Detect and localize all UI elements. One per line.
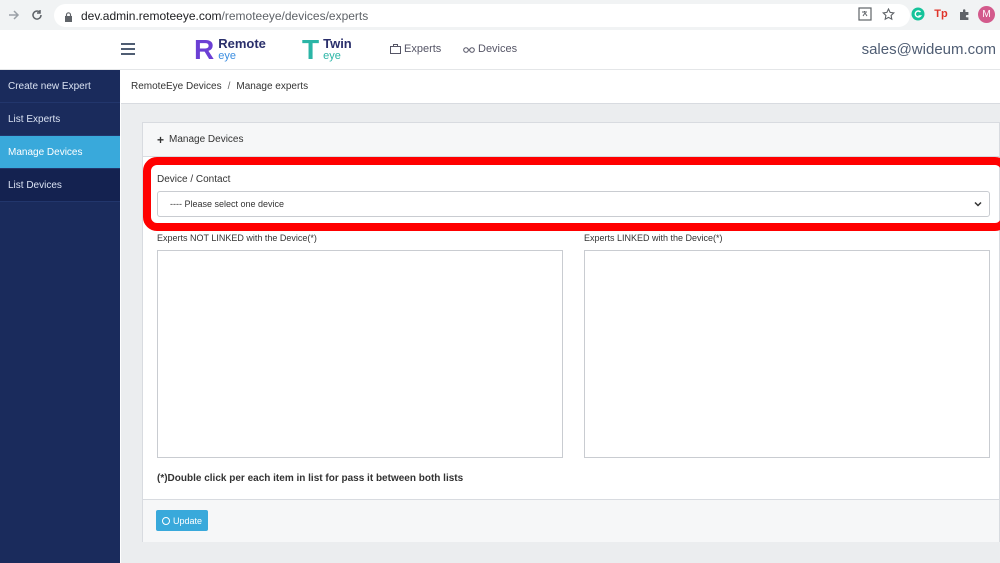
linked-label: Experts LINKED with the Device(*) <box>584 233 723 243</box>
update-icon <box>162 516 170 525</box>
forward-icon[interactable] <box>3 4 25 26</box>
sidebar-item-label: List Experts <box>8 113 61 125</box>
sidebar-item-label: List Devices <box>8 179 62 191</box>
nav-devices[interactable]: Devices <box>463 43 517 55</box>
breadcrumb-current: Manage experts <box>236 81 309 92</box>
sidebar-item-create-expert[interactable]: Create new Expert <box>0 70 120 103</box>
profile-avatar[interactable]: M <box>978 6 995 23</box>
manage-devices-card: + Manage Devices Device / Contact ---- P… <box>142 122 1000 542</box>
star-icon[interactable] <box>880 6 896 22</box>
twineye-logo-sub: eye <box>323 50 341 62</box>
double-click-hint: (*)Double click per each item in list fo… <box>157 473 464 484</box>
sidebar-item-label: Manage Devices <box>8 146 83 158</box>
reload-icon[interactable] <box>26 4 48 26</box>
card-header: + Manage Devices <box>143 123 999 157</box>
twineye-logo[interactable]: T Twin eye <box>302 36 352 64</box>
sidebar-item-manage-devices[interactable]: Manage Devices <box>0 136 120 169</box>
briefcase-icon <box>390 44 401 54</box>
translate-icon[interactable] <box>857 6 873 22</box>
app-header: R Remote eye T Twin eye Experts Devices … <box>0 30 1000 70</box>
experts-linked-list[interactable] <box>584 250 990 458</box>
puzzle-icon[interactable] <box>956 6 972 22</box>
breadcrumb: RemoteEye Devices / Manage experts <box>121 70 1000 104</box>
twineye-logo-title: Twin <box>323 36 352 51</box>
grammarly-icon[interactable] <box>910 6 926 22</box>
card-footer: Update <box>143 499 999 542</box>
update-button[interactable]: Update <box>156 510 209 531</box>
remoteeye-logo-mark: R <box>194 34 215 65</box>
remoteeye-logo-sub: eye <box>218 50 236 62</box>
experts-not-linked-list[interactable] <box>157 250 563 458</box>
menu-toggle-icon[interactable] <box>121 43 135 55</box>
tp-icon[interactable]: Tp <box>933 6 949 22</box>
url-path: /remoteeye/devices/experts <box>221 8 369 23</box>
not-linked-label: Experts NOT LINKED with the Device(*) <box>157 233 317 243</box>
glasses-icon <box>463 47 475 53</box>
sidebar-item-list-devices[interactable]: List Devices <box>0 169 120 202</box>
url-host: dev.admin.remoteeye.com <box>81 8 222 23</box>
address-bar[interactable]: dev.admin.remoteeye.com/remoteeye/device… <box>54 4 910 27</box>
card-title: Manage Devices <box>169 134 244 145</box>
twineye-logo-mark: T <box>302 34 320 65</box>
lock-icon <box>64 11 73 22</box>
sidebar-item-label: Create new Expert <box>8 80 91 92</box>
browser-toolbar: dev.admin.remoteeye.com/remoteeye/device… <box>0 0 1000 30</box>
remoteeye-logo-title: Remote <box>218 36 266 51</box>
update-button-label: Update <box>173 515 203 526</box>
breadcrumb-root[interactable]: RemoteEye Devices <box>131 81 222 92</box>
nav-experts-label: Experts <box>404 43 442 55</box>
plus-icon: + <box>157 132 165 147</box>
annotation-highlight <box>143 157 1000 231</box>
nav-devices-label: Devices <box>478 43 518 55</box>
sidebar-item-list-experts[interactable]: List Experts <box>0 103 120 136</box>
sidebar: Create new Expert List Experts Manage De… <box>0 70 120 563</box>
main-content: + Manage Devices Device / Contact ---- P… <box>121 104 1000 563</box>
remoteeye-logo[interactable]: R Remote eye <box>194 36 266 64</box>
account-email[interactable]: sales@wideum.com <box>862 41 996 58</box>
breadcrumb-separator: / <box>227 81 231 92</box>
nav-experts[interactable]: Experts <box>390 43 441 55</box>
